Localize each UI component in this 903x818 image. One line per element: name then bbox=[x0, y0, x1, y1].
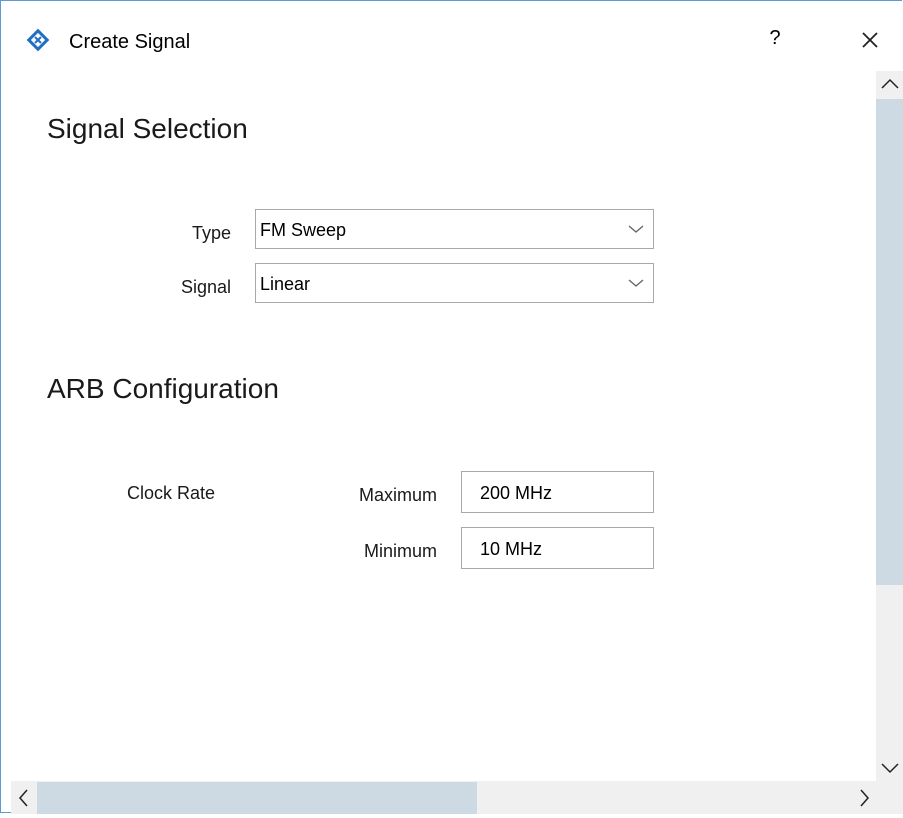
arb-configuration-heading: ARB Configuration bbox=[47, 373, 279, 404]
type-label: Type bbox=[191, 223, 231, 243]
type-dropdown-value: FM Sweep bbox=[260, 220, 347, 240]
clock-rate-label: Clock Rate bbox=[127, 483, 216, 503]
create-signal-dialog: Create Signal ? Signal Selection Type FM… bbox=[0, 0, 903, 814]
close-button[interactable] bbox=[853, 23, 887, 57]
chevron-down-icon bbox=[627, 222, 645, 234]
vertical-scroll-thumb[interactable] bbox=[876, 99, 903, 585]
window-title: Create Signal bbox=[69, 31, 191, 53]
scroll-down-button[interactable] bbox=[876, 755, 903, 781]
signal-label: Signal bbox=[180, 277, 231, 297]
scroll-right-button[interactable] bbox=[851, 783, 877, 813]
scroll-up-button[interactable] bbox=[876, 71, 903, 97]
signal-selection-heading: Signal Selection bbox=[47, 113, 248, 144]
chevron-down-icon bbox=[881, 763, 899, 774]
maximum-clock-rate-field[interactable]: 200 MHz bbox=[461, 471, 654, 513]
signal-dropdown-value: Linear bbox=[260, 274, 311, 294]
chevron-down-icon bbox=[627, 276, 645, 288]
maximum-clock-rate-value: 200 MHz bbox=[480, 483, 553, 503]
minimum-clock-rate-value: 10 MHz bbox=[480, 539, 543, 559]
chevron-up-icon bbox=[881, 78, 899, 89]
help-button[interactable]: ? bbox=[763, 27, 787, 55]
scrollbar-corner bbox=[876, 781, 903, 814]
chevron-left-icon bbox=[19, 789, 28, 807]
horizontal-scroll-thumb[interactable] bbox=[37, 782, 477, 814]
close-icon bbox=[862, 32, 878, 48]
signal-dropdown[interactable]: Linear bbox=[255, 263, 654, 303]
app-logo-icon bbox=[26, 28, 50, 52]
title-bar: Create Signal ? bbox=[1, 1, 903, 79]
scroll-left-button[interactable] bbox=[11, 783, 37, 813]
maximum-label: Maximum bbox=[358, 485, 437, 505]
minimum-label: Minimum bbox=[363, 541, 437, 561]
type-dropdown[interactable]: FM Sweep bbox=[255, 209, 654, 249]
chevron-right-icon bbox=[860, 789, 869, 807]
minimum-clock-rate-field[interactable]: 10 MHz bbox=[461, 527, 654, 569]
